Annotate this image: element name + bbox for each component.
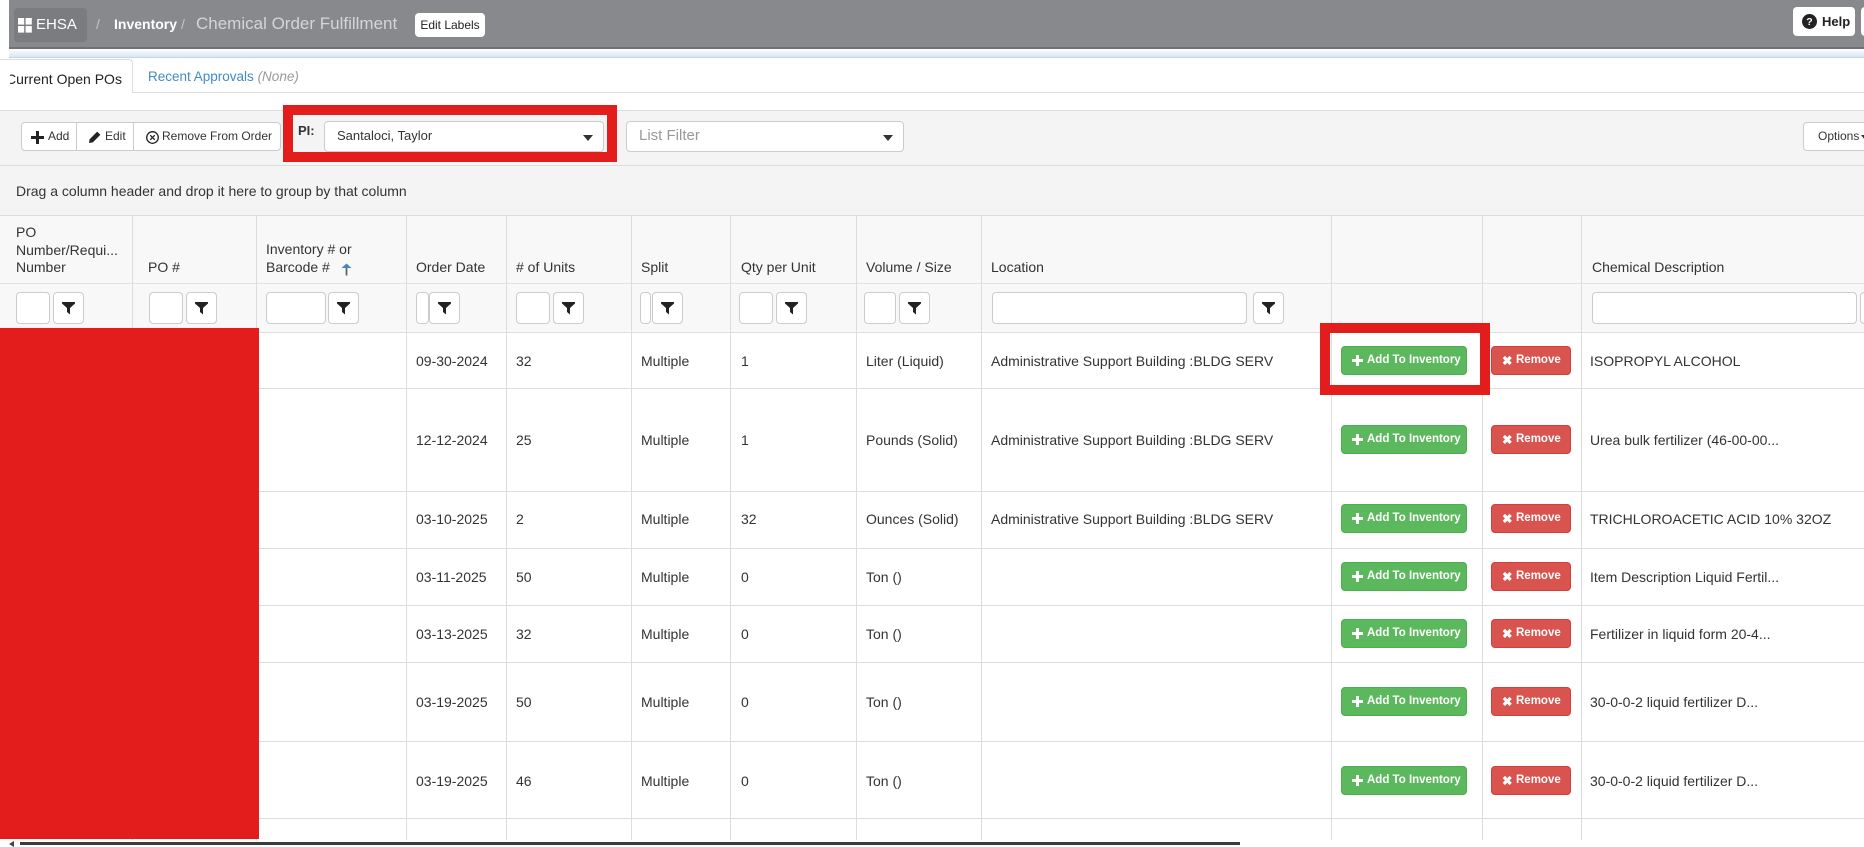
svg-text:?: ?	[1806, 16, 1812, 28]
